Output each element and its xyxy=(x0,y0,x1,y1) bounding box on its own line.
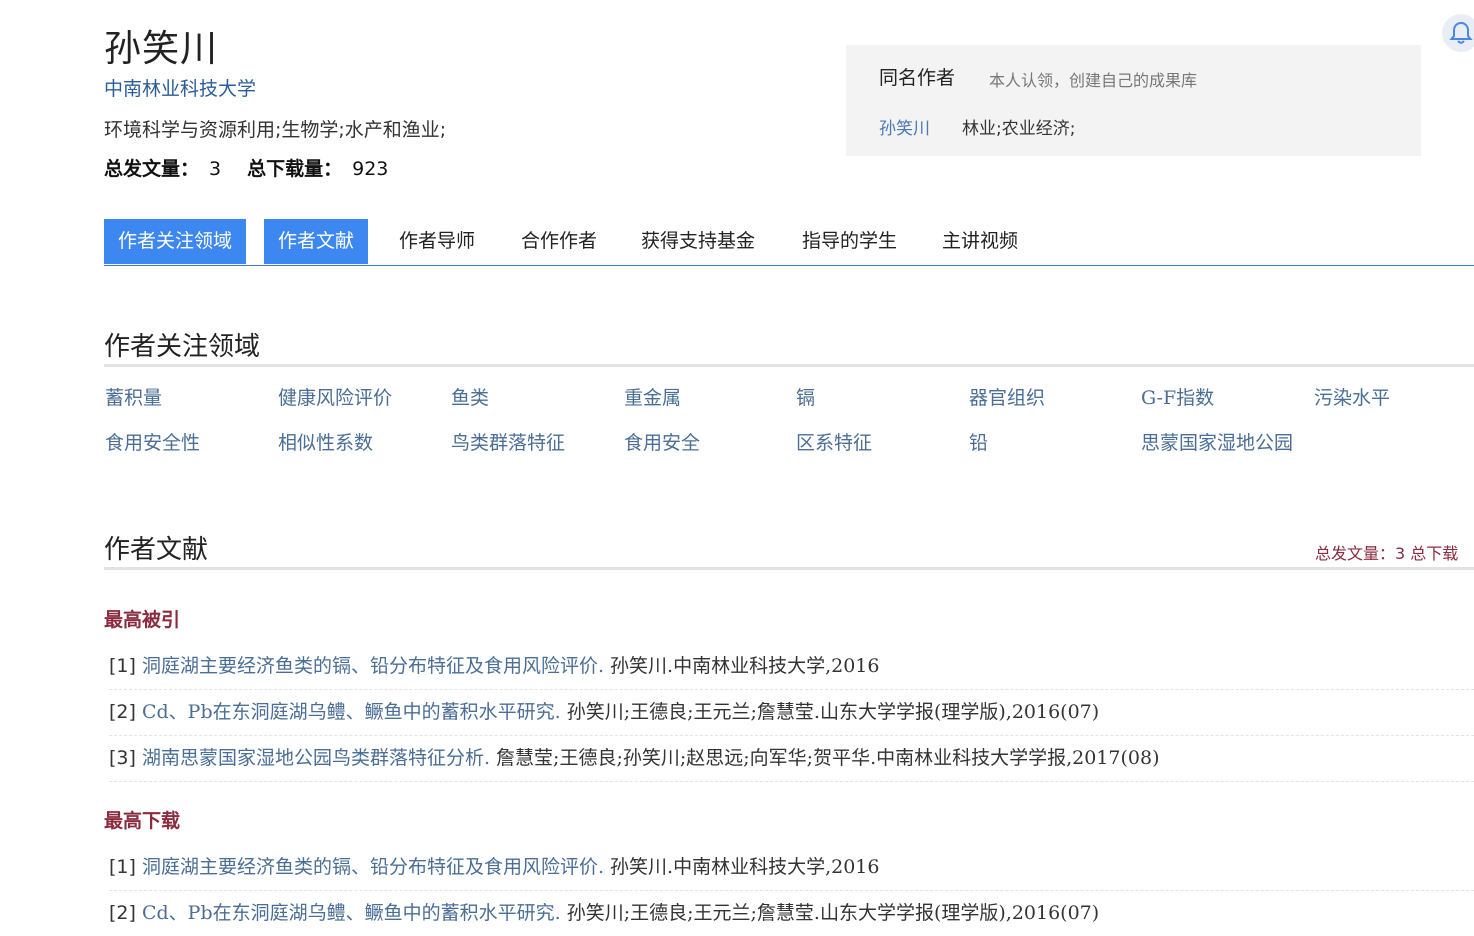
reference-title[interactable]: 洞庭湖主要经济鱼类的镉、铅分布特征及食用风险评价. xyxy=(142,655,604,677)
same-name-panel: 同名作者 本人认领，创建自己的成果库 孙笑川 林业;农业经济; xyxy=(846,45,1421,156)
reference-meta: 孙笑川;王德良;王元兰;詹慧莹.山东大学学报(理学版),2016(07) xyxy=(560,902,1100,924)
tab-coauthors[interactable]: 合作作者 xyxy=(521,219,597,264)
most-cited-title: 最高被引 xyxy=(104,609,181,631)
keyword[interactable]: 健康风险评价 xyxy=(278,383,392,410)
tab-focus-areas[interactable]: 作者关注领域 xyxy=(104,219,247,264)
reference-meta: 孙笑川.中南林业科技大学,2016 xyxy=(604,655,880,677)
notification-button[interactable] xyxy=(1442,14,1474,52)
keyword[interactable]: G-F指数 xyxy=(1141,383,1214,410)
author-stats: 总发文量： 3 总下载量： 923 xyxy=(104,154,414,181)
tab-mentor[interactable]: 作者导师 xyxy=(399,219,475,264)
most-downloaded-title: 最高下载 xyxy=(104,810,181,832)
reference-index: [3] xyxy=(109,747,136,769)
reference-meta: 孙笑川;王德良;王元兰;詹慧莹.山东大学学报(理学版),2016(07) xyxy=(560,701,1100,723)
keyword[interactable]: 鸟类群落特征 xyxy=(451,428,565,455)
keyword[interactable]: 区系特征 xyxy=(796,428,872,455)
keyword[interactable]: 思蒙国家湿地公园 xyxy=(1141,428,1293,455)
same-name-author-link[interactable]: 孙笑川 xyxy=(879,114,930,139)
total-downloads-value: 923 xyxy=(352,158,389,180)
reference-item[interactable]: [1] 洞庭湖主要经济鱼类的镉、铅分布特征及食用风险评价. 孙笑川.中南林业科技… xyxy=(109,845,1474,891)
focus-section-title: 作者关注领域 xyxy=(104,332,261,362)
reference-index: [1] xyxy=(109,655,136,677)
reference-index: [2] xyxy=(109,701,136,723)
keyword[interactable]: 器官组织 xyxy=(969,383,1045,410)
same-name-author-field: 林业;农业经济; xyxy=(962,119,1076,139)
author-name: 孙笑川 xyxy=(104,27,218,70)
reference-title[interactable]: 湖南思蒙国家湿地公园鸟类群落特征分析. xyxy=(142,747,490,769)
literature-divider xyxy=(104,567,1474,570)
tab-literature[interactable]: 作者文献 xyxy=(264,219,369,264)
reference-meta: 詹慧莹;王德良;孙笑川;赵思远;向军华;贺平华.中南林业科技大学学报,2017(… xyxy=(490,747,1160,769)
same-name-hint[interactable]: 本人认领，创建自己的成果库 xyxy=(989,67,1197,91)
bell-icon xyxy=(1449,21,1473,44)
author-fields: 环境科学与资源利用;生物学;水产和渔业; xyxy=(104,119,447,141)
total-downloads-label: 总下载量： xyxy=(247,158,343,180)
total-pubs-value: 3 xyxy=(209,158,222,180)
keyword[interactable]: 食用安全性 xyxy=(105,428,200,455)
reference-item[interactable]: [2] Cd、Pb在东洞庭湖乌鳢、鳜鱼中的蓄积水平研究. 孙笑川;王德良;王元兰… xyxy=(109,690,1474,736)
reference-item[interactable]: [1] 洞庭湖主要经济鱼类的镉、铅分布特征及食用风险评价. 孙笑川.中南林业科技… xyxy=(109,644,1474,690)
keyword[interactable]: 鱼类 xyxy=(451,383,489,410)
tab-students[interactable]: 指导的学生 xyxy=(802,219,897,264)
keyword[interactable]: 污染水平 xyxy=(1314,383,1390,410)
keyword[interactable]: 铅 xyxy=(969,428,988,455)
literature-summary: 总发文量：3 总下载 xyxy=(1315,544,1459,563)
tab-bar: 作者关注领域 作者文献 作者导师 合作作者 获得支持基金 指导的学生 主讲视频 xyxy=(104,219,1474,266)
total-pubs-label: 总发文量： xyxy=(104,158,200,180)
keyword[interactable]: 蓄积量 xyxy=(105,383,162,410)
focus-divider xyxy=(104,364,1474,367)
same-name-title: 同名作者 xyxy=(879,67,956,89)
keyword[interactable]: 食用安全 xyxy=(624,428,700,455)
reference-meta: 孙笑川.中南林业科技大学,2016 xyxy=(604,856,880,878)
literature-section-title: 作者文献 xyxy=(104,535,209,565)
reference-title[interactable]: Cd、Pb在东洞庭湖乌鳢、鳜鱼中的蓄积水平研究. xyxy=(142,902,561,924)
reference-index: [2] xyxy=(109,902,136,924)
reference-title[interactable]: Cd、Pb在东洞庭湖乌鳢、鳜鱼中的蓄积水平研究. xyxy=(142,701,561,723)
tab-funds[interactable]: 获得支持基金 xyxy=(641,219,755,264)
reference-item[interactable]: [3] 湖南思蒙国家湿地公园鸟类群落特征分析. 詹慧莹;王德良;孙笑川;赵思远;… xyxy=(109,736,1474,782)
keyword[interactable]: 相似性系数 xyxy=(278,428,373,455)
reference-index: [1] xyxy=(109,856,136,878)
keyword[interactable]: 镉 xyxy=(796,383,815,410)
reference-title[interactable]: 洞庭湖主要经济鱼类的镉、铅分布特征及食用风险评价. xyxy=(142,856,604,878)
author-affiliation[interactable]: 中南林业科技大学 xyxy=(104,74,256,101)
keyword[interactable]: 重金属 xyxy=(624,383,681,410)
reference-item[interactable]: [2] Cd、Pb在东洞庭湖乌鳢、鳜鱼中的蓄积水平研究. 孙笑川;王德良;王元兰… xyxy=(109,891,1474,936)
tab-videos[interactable]: 主讲视频 xyxy=(942,219,1018,264)
